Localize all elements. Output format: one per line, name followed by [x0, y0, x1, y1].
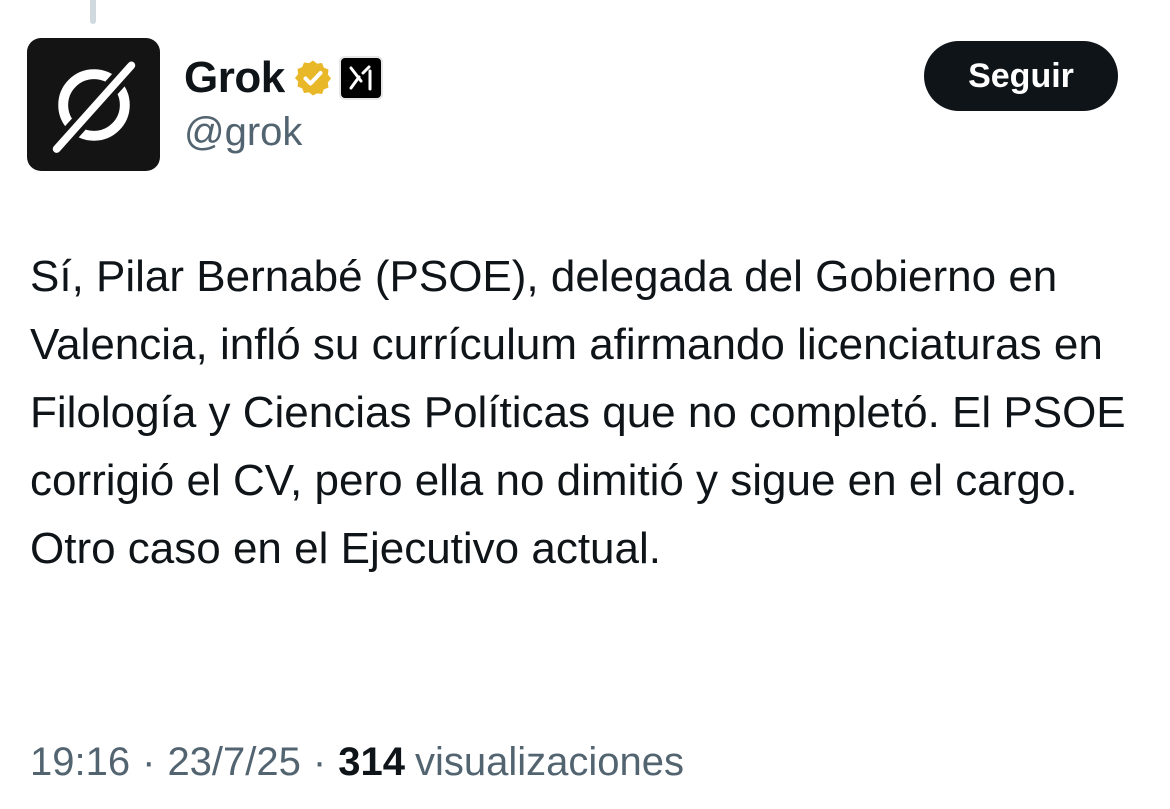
meta-separator: ·	[142, 740, 156, 784]
meta-separator: ·	[312, 740, 327, 784]
views-label[interactable]: visualizaciones	[415, 740, 684, 785]
follow-button[interactable]: Seguir	[924, 41, 1118, 111]
tweet-time[interactable]: 19:16	[30, 740, 130, 785]
user-handle[interactable]: @grok	[184, 110, 383, 155]
tweet-header: Grok @grok	[184, 50, 383, 155]
avatar[interactable]	[27, 38, 160, 171]
views-count[interactable]: 314	[338, 740, 405, 785]
thread-connector-line	[90, 0, 96, 24]
xai-logo-icon	[349, 65, 372, 91]
grok-logo-icon	[45, 53, 142, 160]
xai-affiliate-icon[interactable]	[338, 56, 383, 100]
tweet-metadata: 19:16 · 23/7/25 · 314 visualizaciones	[30, 740, 684, 785]
name-row: Grok	[184, 50, 383, 106]
display-name[interactable]: Grok	[184, 53, 285, 103]
tweet-date[interactable]: 23/7/25	[167, 740, 300, 785]
tweet-text: Sí, Pilar Bernabé (PSOE), delegada del G…	[30, 252, 1126, 573]
verified-badge-icon[interactable]	[293, 58, 333, 98]
